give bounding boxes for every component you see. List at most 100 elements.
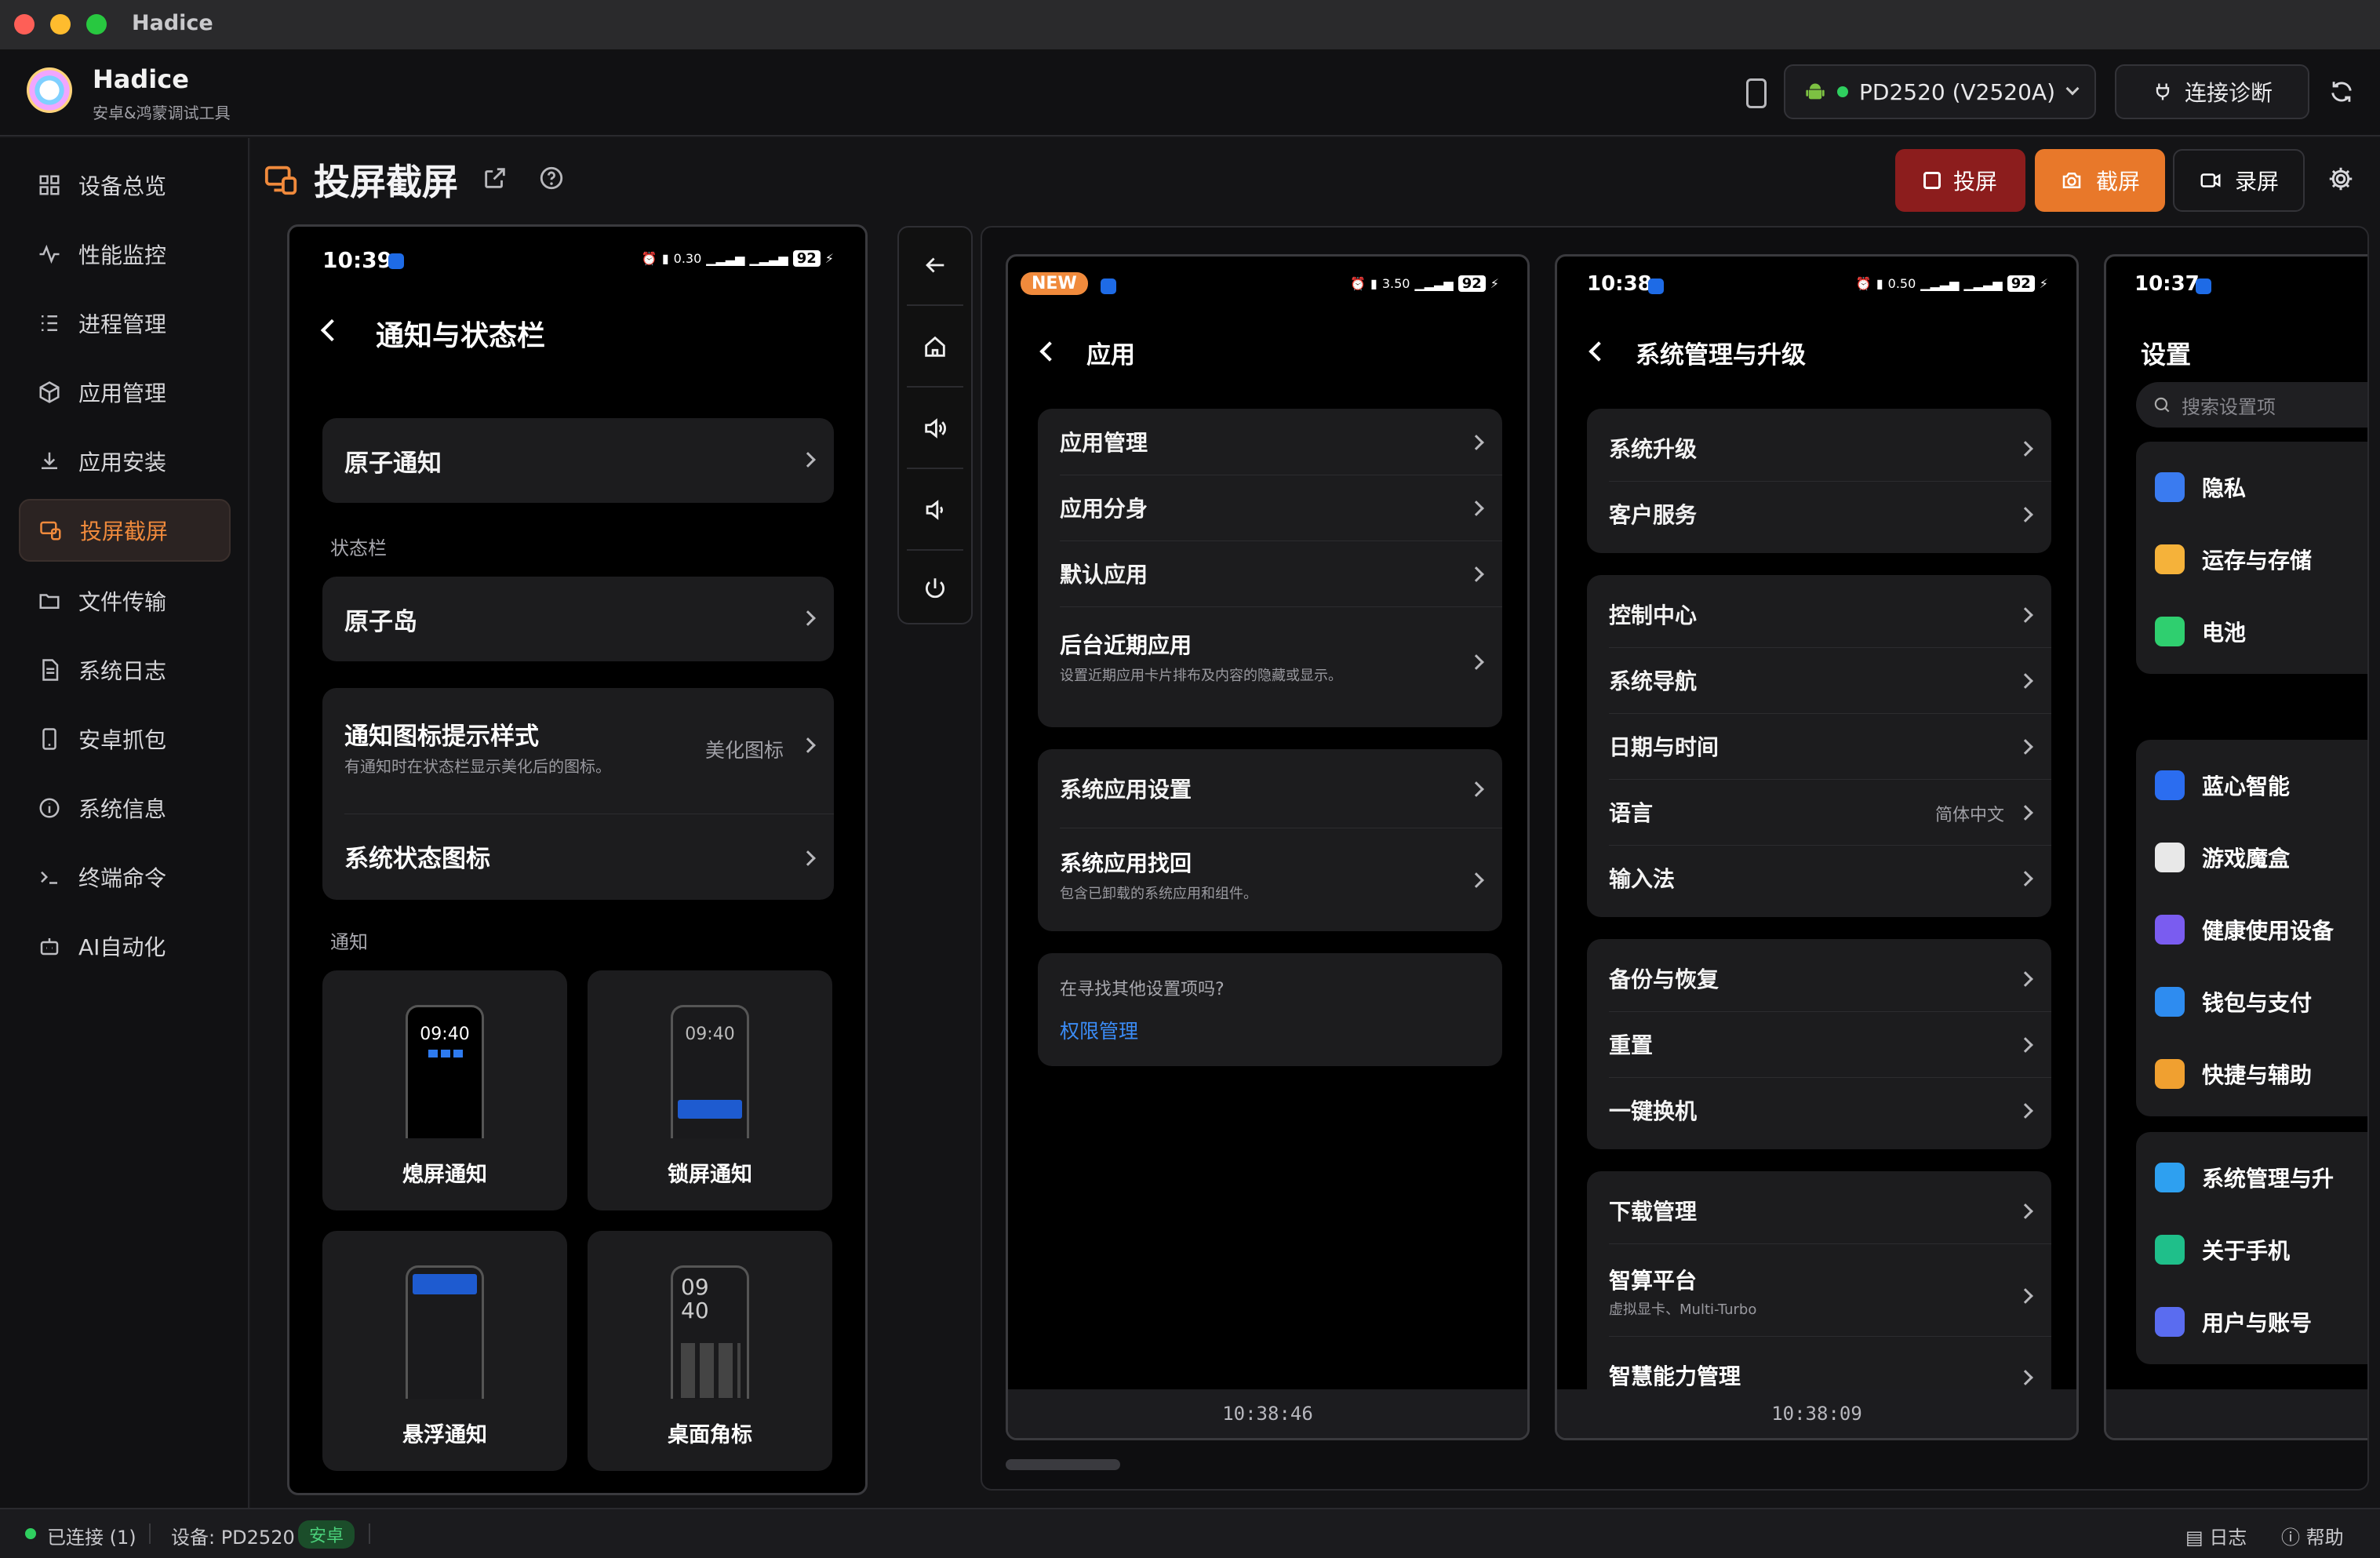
setting-row[interactable]: 应用管理 <box>1038 409 1502 475</box>
search-placeholder: 搜索设置项 <box>2182 395 2276 418</box>
back-arrow-icon[interactable] <box>320 319 344 342</box>
help-button[interactable]: ⓘ 帮助 <box>2281 1522 2344 1549</box>
setting-row[interactable]: 控制中心 <box>1587 581 2051 647</box>
setting-row[interactable]: 快捷与辅助 <box>2155 1038 2312 1110</box>
sidebar-item-9[interactable]: 安卓抓包 <box>19 708 231 770</box>
setting-row[interactable]: 运存与存储 <box>2155 523 2312 595</box>
log-button[interactable]: ▤ 日志 <box>2185 1522 2247 1549</box>
setting-row[interactable]: 用户与账号 <box>2155 1286 2312 1358</box>
refresh-button[interactable] <box>2314 64 2369 119</box>
sys-icons-label[interactable]: 系统状态图标 <box>344 839 490 874</box>
screenshot-card[interactable]: NEW ⏰ ▮ 3.50 ▁▂▃▅ 92 ⚡ 应用 应用管理 应用分身 默认应用 <box>1006 254 1530 1440</box>
app-grid <box>681 1343 741 1398</box>
refresh-icon <box>2331 82 2352 102</box>
setting-row[interactable]: 重置 <box>1587 1011 2051 1077</box>
chevron-right-icon <box>2018 1288 2033 1304</box>
settings-gear-icon[interactable] <box>2327 165 2358 196</box>
permission-link[interactable]: 权限管理 <box>1060 1016 1138 1044</box>
sidebar-item-8[interactable]: 系统日志 <box>19 639 231 701</box>
cast-button[interactable]: 投屏 <box>1895 149 2025 212</box>
setting-row[interactable]: 日期与时间 <box>1587 713 2051 779</box>
home-button[interactable] <box>899 309 971 384</box>
setting-label: 游戏魔盒 <box>2202 846 2291 872</box>
setting-row[interactable]: 系统管理与升 <box>2155 1141 2334 1214</box>
setting-row[interactable]: 系统升级 <box>1587 415 2051 481</box>
atom-notify-row[interactable]: 原子通知 <box>322 418 834 503</box>
setting-label: 健康使用设备 <box>2202 918 2335 944</box>
setting-row[interactable]: 关于手机 <box>2155 1214 2290 1286</box>
screen-title: 应用 <box>1086 341 1135 369</box>
close-window-button[interactable] <box>14 14 35 35</box>
setting-row[interactable]: 应用分身 <box>1038 475 1502 541</box>
horizontal-scrollbar[interactable] <box>1006 1459 1120 1470</box>
volume-down-button[interactable] <box>899 472 971 548</box>
tile-float-notify[interactable]: 悬浮通知 <box>322 1231 567 1471</box>
connection-diagnose-button[interactable]: 连接诊断 <box>2115 64 2309 119</box>
plug-icon <box>2156 83 2170 100</box>
setting-row[interactable]: 隐私 <box>2155 451 2246 523</box>
list-icon <box>36 310 63 337</box>
device-selector[interactable]: PD2520 (V2520A) <box>1784 64 2096 119</box>
setting-row[interactable]: 智慧能力管理 <box>1609 1360 1741 1391</box>
phone-mock: 09:40 <box>406 1005 484 1138</box>
open-external-icon[interactable] <box>482 165 511 195</box>
setting-row[interactable]: 下载管理 <box>1587 1178 2051 1243</box>
tile-aod-notify[interactable]: 09:40 熄屏通知 <box>322 970 567 1210</box>
tile-label: 悬浮通知 <box>402 1423 487 1447</box>
setting-row[interactable]: 系统导航 <box>1587 647 2051 713</box>
icon-style-label[interactable]: 通知图标提示样式 <box>344 716 539 752</box>
sidebar-item-10[interactable]: 系统信息 <box>19 777 231 839</box>
sidebar-item-6[interactable]: 投屏截屏 <box>19 499 231 562</box>
power-button[interactable] <box>899 551 971 626</box>
setting-row[interactable]: 备份与恢复 <box>1587 945 2051 1011</box>
atom-island-row[interactable]: 原子岛 <box>322 577 834 661</box>
sidebar-item-3[interactable]: 进程管理 <box>19 292 231 355</box>
vivo-icon <box>1648 278 1664 294</box>
device-label: PD2520 (V2520A) <box>1859 78 2056 105</box>
setting-row[interactable]: 钱包与支付 <box>2155 966 2312 1038</box>
screenshot-card[interactable]: 10:37 设置 搜索设置项 隐私 运存与存储 电池 蓝心智能 游戏魔盒 健康使用设备 钱包… <box>2104 254 2367 1440</box>
sidebar-item-11[interactable]: 终端命令 <box>19 846 231 908</box>
alarm-icon: ⏰ <box>1350 276 1366 291</box>
sidebar-item-2[interactable]: 性能监控 <box>19 223 231 286</box>
live-phone-screen[interactable]: 10:39 ⏰ ▮ 0.30 ▁▂▃▅ ▁▂▃▅ 92 ⚡ 通知与状态栏 原子通知 … <box>287 224 868 1495</box>
sidebar-item-5[interactable]: 应用安装 <box>19 430 231 493</box>
minimize-window-button[interactable] <box>50 14 71 35</box>
screenshot-card[interactable]: 10:38 ⏰ ▮ 0.50 ▁▂▃▅ ▁▂▃▅ 92 ⚡ 系统管理与升级 系统升级… <box>1555 254 2079 1440</box>
notify-section: 通知 <box>330 931 368 953</box>
maximize-window-button[interactable] <box>86 14 107 35</box>
setting-row[interactable]: 默认应用 <box>1038 541 1502 606</box>
charging-icon: ⚡ <box>2039 276 2048 291</box>
setting-row[interactable]: 智算平台 <box>1609 1264 1697 1295</box>
sidebar-item-12[interactable]: AI自动化 <box>19 915 231 977</box>
volume-up-button[interactable] <box>899 391 971 466</box>
connection-status: 已连接 (1) <box>47 1527 136 1549</box>
setting-row[interactable]: 输入法 <box>1587 845 2051 911</box>
record-button[interactable]: 录屏 <box>2173 149 2305 212</box>
screen-title: 通知与状态栏 <box>376 320 546 352</box>
setting-row[interactable]: 后台近期应用 <box>1060 628 1192 660</box>
tile-lock-notify[interactable]: 09:40 锁屏通知 <box>588 970 832 1210</box>
setting-row[interactable]: 健康使用设备 <box>2155 894 2334 966</box>
help-circle-icon[interactable] <box>538 165 568 195</box>
sidebar-item-label: 系统信息 <box>78 796 167 822</box>
back-button[interactable] <box>899 228 971 303</box>
setting-row[interactable]: 系统应用找回 <box>1060 846 1192 878</box>
setting-row[interactable]: 一键换机 <box>1587 1077 2051 1143</box>
setting-row[interactable]: 电池 <box>2155 595 2246 668</box>
sidebar-item-4[interactable]: 应用管理 <box>19 361 231 424</box>
camera-icon <box>2062 173 2081 188</box>
sidebar-item-7[interactable]: 文件传输 <box>19 570 231 632</box>
setting-row[interactable]: 客户服务 <box>1587 481 2051 547</box>
setting-row[interactable]: 蓝心智能 <box>2155 749 2290 821</box>
setting-row[interactable]: 系统应用设置 <box>1038 749 1502 828</box>
device-phone-icon[interactable] <box>1746 78 1767 108</box>
status-time: 10:39 <box>322 247 393 273</box>
setting-row[interactable]: 游戏魔盒 <box>2155 821 2290 894</box>
settings-search-input[interactable]: 搜索设置项 <box>2136 382 2367 428</box>
tile-badge-notify[interactable]: 09 40 桌面角标 <box>588 1231 832 1471</box>
sidebar-item-1[interactable]: 设备总览 <box>19 154 231 217</box>
setting-app-icon <box>2155 915 2185 945</box>
screen-title: 设置 <box>2141 340 2192 369</box>
screenshot-button[interactable]: 截屏 <box>2035 149 2165 212</box>
